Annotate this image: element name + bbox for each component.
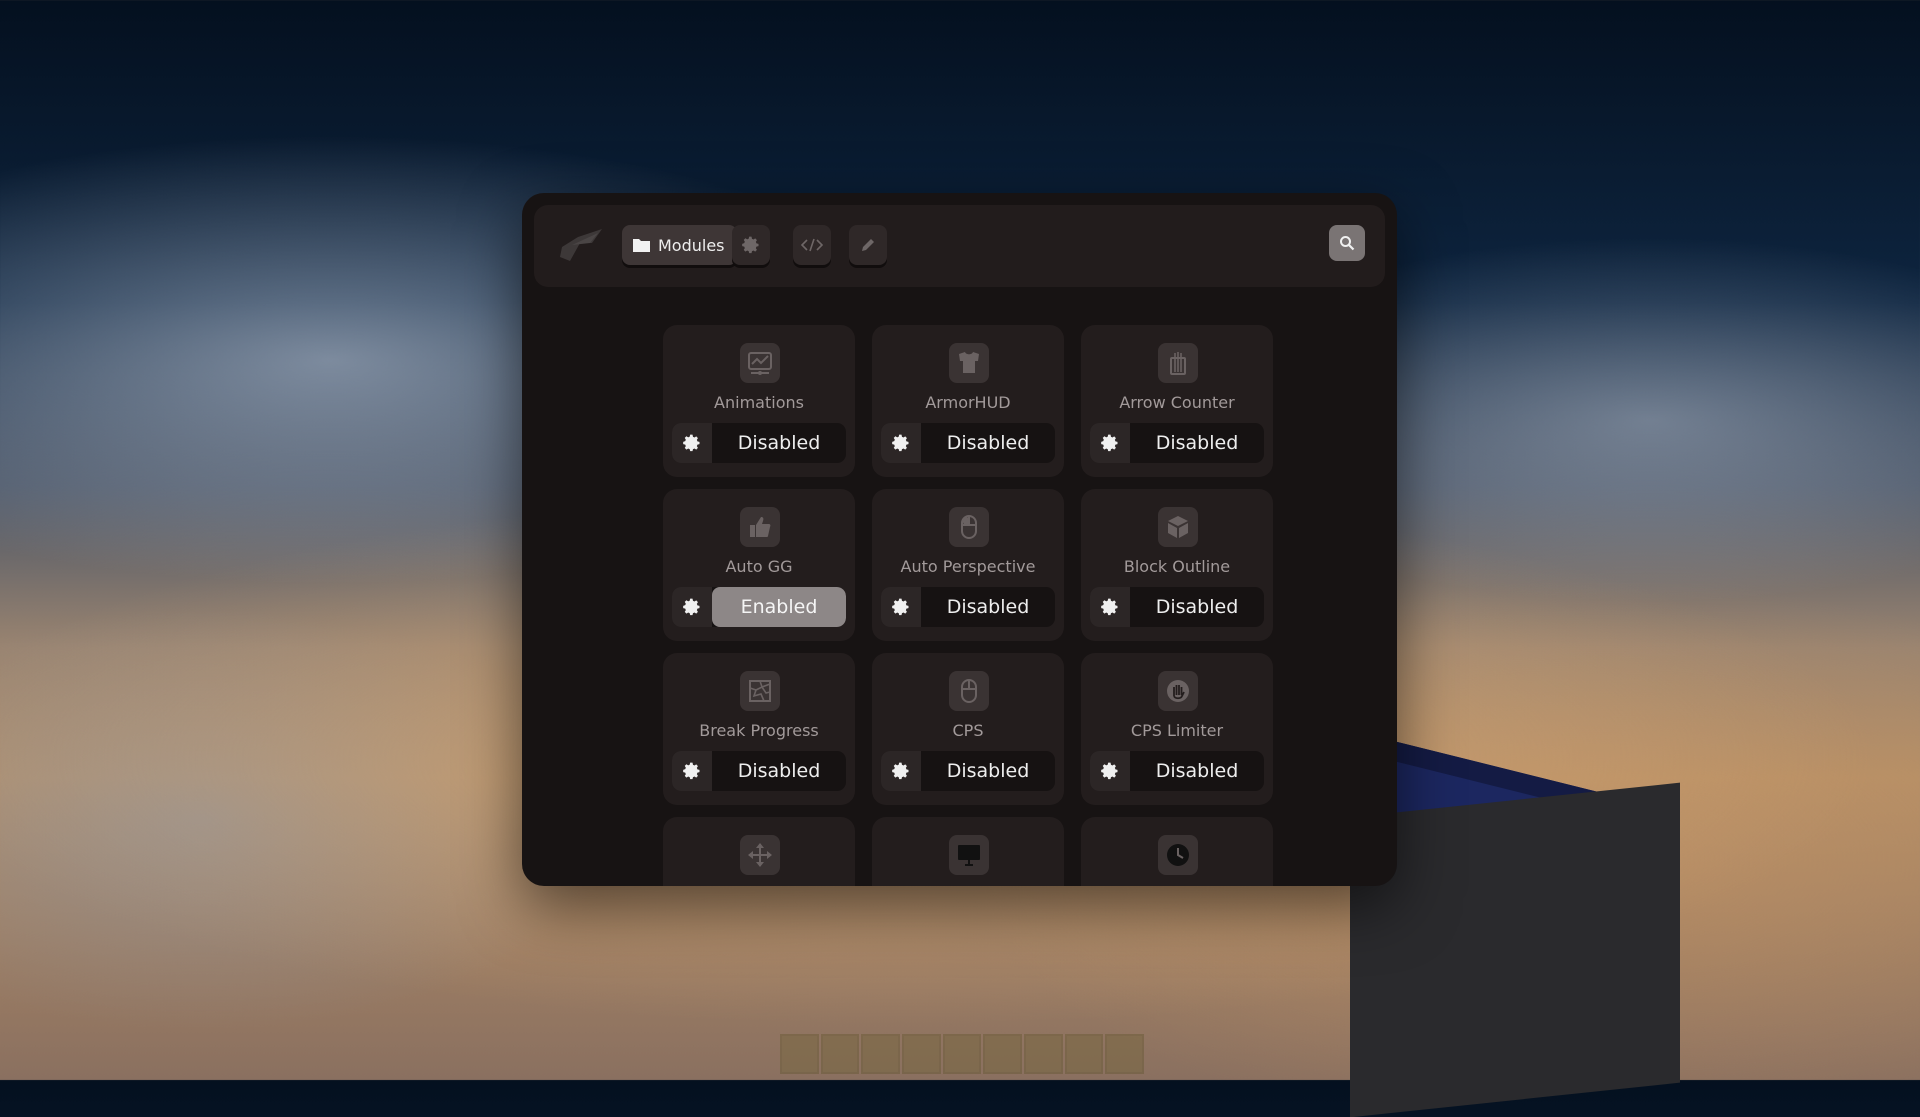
move-icon xyxy=(740,835,780,875)
module-settings-button[interactable] xyxy=(672,587,712,627)
thumbs-up-icon xyxy=(740,507,780,547)
gear-icon xyxy=(683,762,700,780)
module-settings-button[interactable] xyxy=(1090,587,1130,627)
arrows-icon xyxy=(1158,343,1198,383)
module-name: Auto GG xyxy=(725,557,793,576)
gear-icon xyxy=(1101,598,1118,616)
module-controls: Disabled xyxy=(1090,587,1264,627)
background-block xyxy=(1350,782,1680,1117)
module-card[interactable]: CPS Disabled xyxy=(872,653,1064,805)
module-controls: Enabled xyxy=(672,587,846,627)
module-controls: Disabled xyxy=(881,751,1055,791)
client-logo xyxy=(560,229,602,261)
break-icon xyxy=(740,671,780,711)
monitor-icon xyxy=(949,835,989,875)
hand-icon xyxy=(1158,671,1198,711)
module-settings-button[interactable] xyxy=(881,587,921,627)
module-toggle[interactable]: Disabled xyxy=(921,423,1055,463)
module-toggle[interactable]: Disabled xyxy=(712,423,846,463)
module-card[interactable]: Animations Disabled xyxy=(663,325,855,477)
module-name: Auto Perspective xyxy=(900,557,1036,576)
module-name: Arrow Counter xyxy=(1119,393,1235,412)
search-icon xyxy=(1340,236,1355,251)
animations-icon xyxy=(740,343,780,383)
gear-icon xyxy=(1101,762,1118,780)
gear-icon xyxy=(683,598,700,616)
module-controls: Disabled xyxy=(672,423,846,463)
module-settings-button[interactable] xyxy=(1090,423,1130,463)
gear-icon xyxy=(742,236,759,254)
tab-editor[interactable] xyxy=(849,225,887,265)
mouse-icon xyxy=(949,507,989,547)
module-name: CPS Limiter xyxy=(1130,721,1224,740)
code-icon xyxy=(800,238,824,252)
clock-icon xyxy=(1158,835,1198,875)
folder-icon xyxy=(633,239,650,252)
cube-icon xyxy=(1158,507,1198,547)
module-card[interactable] xyxy=(1081,817,1273,886)
gear-icon xyxy=(892,598,909,616)
search-button[interactable] xyxy=(1329,225,1365,261)
module-toggle[interactable]: Disabled xyxy=(1130,423,1264,463)
module-name: Break Progress xyxy=(699,721,819,740)
tab-modules-label: Modules xyxy=(658,235,725,255)
module-settings-button[interactable] xyxy=(672,751,712,791)
module-toggle[interactable]: Disabled xyxy=(921,587,1055,627)
module-settings-button[interactable] xyxy=(1090,751,1130,791)
modules-panel: Modules Animations Disabled ArmorHUD Dis… xyxy=(522,193,1397,886)
module-controls: Disabled xyxy=(672,751,846,791)
top-bar: Modules xyxy=(534,205,1385,287)
mouse-icon xyxy=(949,671,989,711)
module-card[interactable]: Arrow Counter Disabled xyxy=(1081,325,1273,477)
module-card[interactable]: Auto Perspective Disabled xyxy=(872,489,1064,641)
module-card[interactable]: Auto GG Enabled xyxy=(663,489,855,641)
module-toggle[interactable]: Disabled xyxy=(1130,587,1264,627)
module-toggle[interactable]: Disabled xyxy=(1130,751,1264,791)
module-card[interactable]: CPS Limiter Disabled xyxy=(1081,653,1273,805)
module-grid: Animations Disabled ArmorHUD Disabled Ar… xyxy=(663,325,1273,886)
gear-icon xyxy=(683,434,700,452)
gear-icon xyxy=(1101,434,1118,452)
module-controls: Disabled xyxy=(1090,751,1264,791)
module-card[interactable]: Break Progress Disabled xyxy=(663,653,855,805)
module-settings-button[interactable] xyxy=(672,423,712,463)
tab-modules[interactable]: Modules xyxy=(622,225,737,265)
module-settings-button[interactable] xyxy=(881,751,921,791)
tab-settings[interactable] xyxy=(732,225,770,265)
module-card[interactable] xyxy=(663,817,855,886)
module-toggle[interactable]: Disabled xyxy=(712,751,846,791)
module-card[interactable]: ArmorHUD Disabled xyxy=(872,325,1064,477)
gear-icon xyxy=(892,762,909,780)
module-toggle[interactable]: Enabled xyxy=(712,587,846,627)
module-name: Animations xyxy=(714,393,804,412)
module-controls: Disabled xyxy=(881,587,1055,627)
pencil-icon xyxy=(862,239,874,251)
chestplate-icon xyxy=(949,343,989,383)
game-hotbar xyxy=(780,1034,1145,1074)
module-name: Block Outline xyxy=(1123,557,1231,576)
module-controls: Disabled xyxy=(1090,423,1264,463)
tab-scripts[interactable] xyxy=(793,225,831,265)
module-name: ArmorHUD xyxy=(925,393,1011,412)
module-name: CPS xyxy=(952,721,984,740)
module-card[interactable]: Block Outline Disabled xyxy=(1081,489,1273,641)
gear-icon xyxy=(892,434,909,452)
module-settings-button[interactable] xyxy=(881,423,921,463)
module-toggle[interactable]: Disabled xyxy=(921,751,1055,791)
module-controls: Disabled xyxy=(881,423,1055,463)
module-card[interactable] xyxy=(872,817,1064,886)
